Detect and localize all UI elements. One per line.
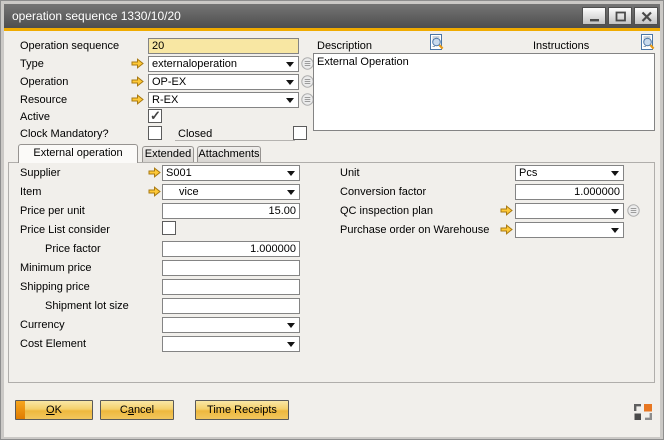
tab-attachments[interactable]: Attachments xyxy=(197,146,261,162)
operation-label: Operation xyxy=(20,75,68,90)
operation-sequence-window: operation sequence 1330/10/20 Operation … xyxy=(0,0,664,440)
clock-mandatory-checkbox[interactable] xyxy=(148,126,162,140)
description-textarea[interactable]: External Operation xyxy=(313,53,655,131)
active-checkbox[interactable]: ✓ xyxy=(148,109,162,123)
type-label: Type xyxy=(20,57,44,72)
active-label: Active xyxy=(20,110,50,125)
description-label: Description xyxy=(317,39,372,54)
ok-button[interactable]: OK xyxy=(15,400,93,420)
titlebar[interactable]: operation sequence 1330/10/20 xyxy=(4,4,660,28)
type-select[interactable]: externaloperation xyxy=(148,56,299,72)
window-controls xyxy=(582,7,658,25)
clock-mandatory-label: Clock Mandatory? xyxy=(20,127,109,142)
operation-select[interactable]: OP-EX xyxy=(148,74,299,90)
resource-select[interactable]: R-EX xyxy=(148,92,299,108)
dropdown-arrow-icon xyxy=(286,62,294,67)
maximize-button[interactable] xyxy=(608,7,632,25)
close-icon xyxy=(635,8,657,25)
time-receipts-button[interactable]: Time Receipts xyxy=(195,400,289,420)
link-arrow-icon[interactable] xyxy=(131,76,144,90)
ok-label-key: O xyxy=(46,404,55,416)
instructions-label: Instructions xyxy=(533,39,589,54)
tab-external-operation[interactable]: External operation xyxy=(18,144,138,163)
resource-label: Resource xyxy=(20,93,67,108)
link-arrow-icon[interactable] xyxy=(131,58,144,72)
checkmark-icon: ✓ xyxy=(150,108,161,124)
time-receipts-label: Time Receipts xyxy=(207,404,277,416)
link-arrow-icon[interactable] xyxy=(131,94,144,108)
closed-field-underline xyxy=(175,140,295,141)
minimize-button[interactable] xyxy=(582,7,606,25)
maximize-icon xyxy=(609,8,631,25)
tab-extended[interactable]: Extended xyxy=(142,146,194,162)
dropdown-arrow-icon xyxy=(286,80,294,85)
form-settings-icon[interactable] xyxy=(633,403,653,424)
operation-value: OP-EX xyxy=(152,76,186,88)
closed-checkbox[interactable] xyxy=(293,126,307,140)
ok-label-rest: K xyxy=(55,404,62,416)
window-title: operation sequence 1330/10/20 xyxy=(12,4,181,28)
minimize-icon xyxy=(583,8,605,25)
cancel-button[interactable]: Cancel xyxy=(100,400,174,420)
form-content: Operation sequence 20 Type externalopera… xyxy=(4,31,660,437)
operation-sequence-label: Operation sequence xyxy=(20,39,119,54)
type-value: externaloperation xyxy=(152,58,237,70)
operation-sequence-field[interactable]: 20 xyxy=(148,38,299,54)
default-button-accent xyxy=(16,401,25,419)
cancel-label-rest: ncel xyxy=(134,404,154,416)
cancel-label: C xyxy=(120,404,128,416)
dropdown-arrow-icon xyxy=(286,98,294,103)
document-preview-icon[interactable] xyxy=(429,34,444,55)
close-button[interactable] xyxy=(634,7,658,25)
document-preview-icon[interactable] xyxy=(640,34,655,55)
tab-panel xyxy=(8,162,655,383)
resource-value: R-EX xyxy=(152,94,178,106)
